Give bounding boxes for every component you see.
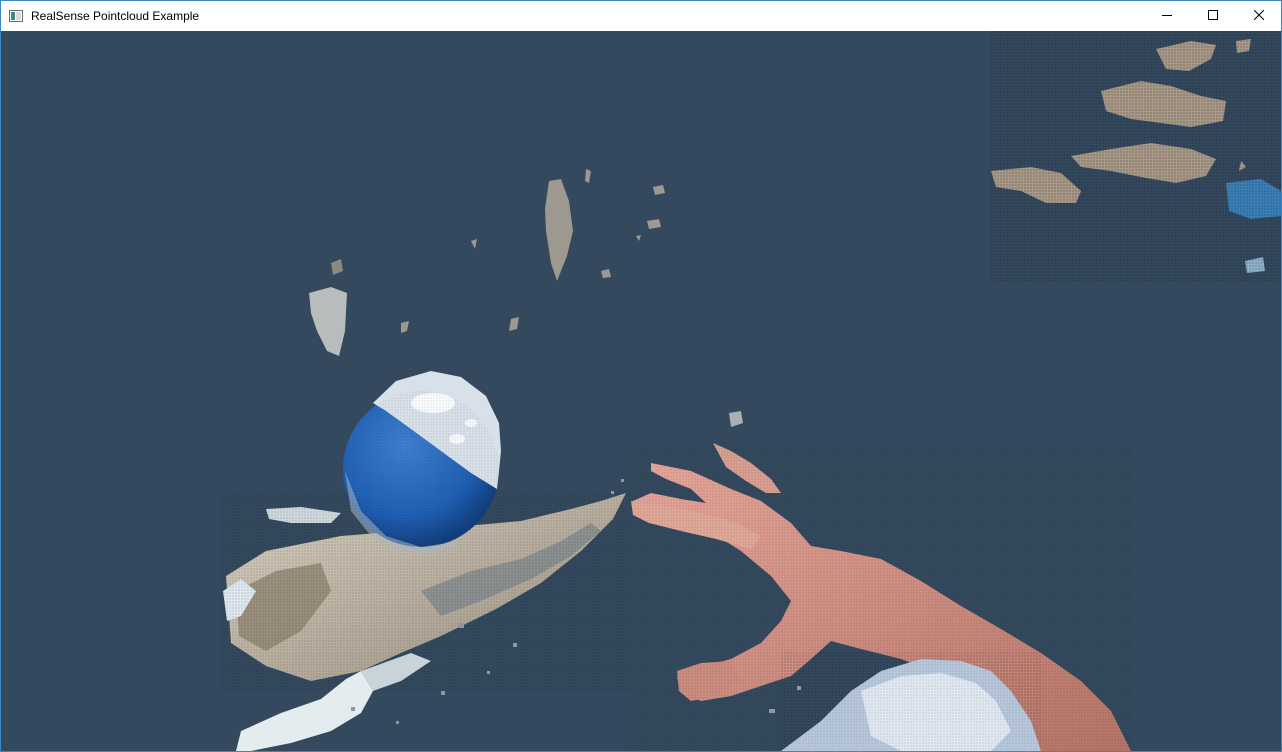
maximize-icon (1208, 7, 1218, 25)
minimize-button[interactable] (1144, 1, 1190, 31)
title-bar[interactable]: RealSense Pointcloud Example (1, 1, 1281, 31)
close-icon (1253, 7, 1265, 25)
app-window: RealSense Pointcloud Example (0, 0, 1282, 752)
floating-fragments (309, 169, 743, 427)
pointcloud-render[interactable] (1, 31, 1281, 751)
sleeve-texture (781, 651, 1041, 751)
minimize-icon (1162, 7, 1172, 25)
window-app-icon (9, 9, 23, 23)
close-button[interactable] (1236, 1, 1281, 31)
window-title: RealSense Pointcloud Example (31, 9, 200, 23)
maximize-button[interactable] (1190, 1, 1236, 31)
ball-texture (343, 391, 499, 547)
pointcloud-viewport[interactable] (1, 31, 1281, 751)
wall-texture (991, 31, 1281, 281)
